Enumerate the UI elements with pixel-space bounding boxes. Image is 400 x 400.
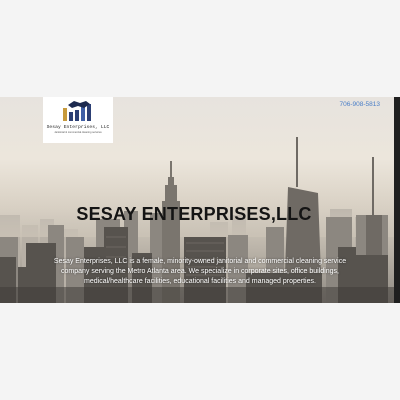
hero-title: SESAY ENTERPRISES,LLC [76, 204, 312, 225]
right-edge-bar [394, 97, 400, 303]
logo-tagline: Janitorial & commercial cleaning service… [54, 131, 102, 134]
company-logo[interactable]: Sesay Enterprises, LLC Janitorial & comm… [43, 97, 113, 143]
logo-handshake-chart-icon [63, 101, 91, 121]
logo-company-name: Sesay Enterprises, LLC [46, 125, 110, 130]
phone-link[interactable]: 706-908-5813 [340, 101, 380, 108]
hero-section: Sesay Enterprises, LLC Janitorial & comm… [0, 97, 400, 303]
hero-description: Sesay Enterprises, LLC is a female, mino… [53, 258, 347, 285]
